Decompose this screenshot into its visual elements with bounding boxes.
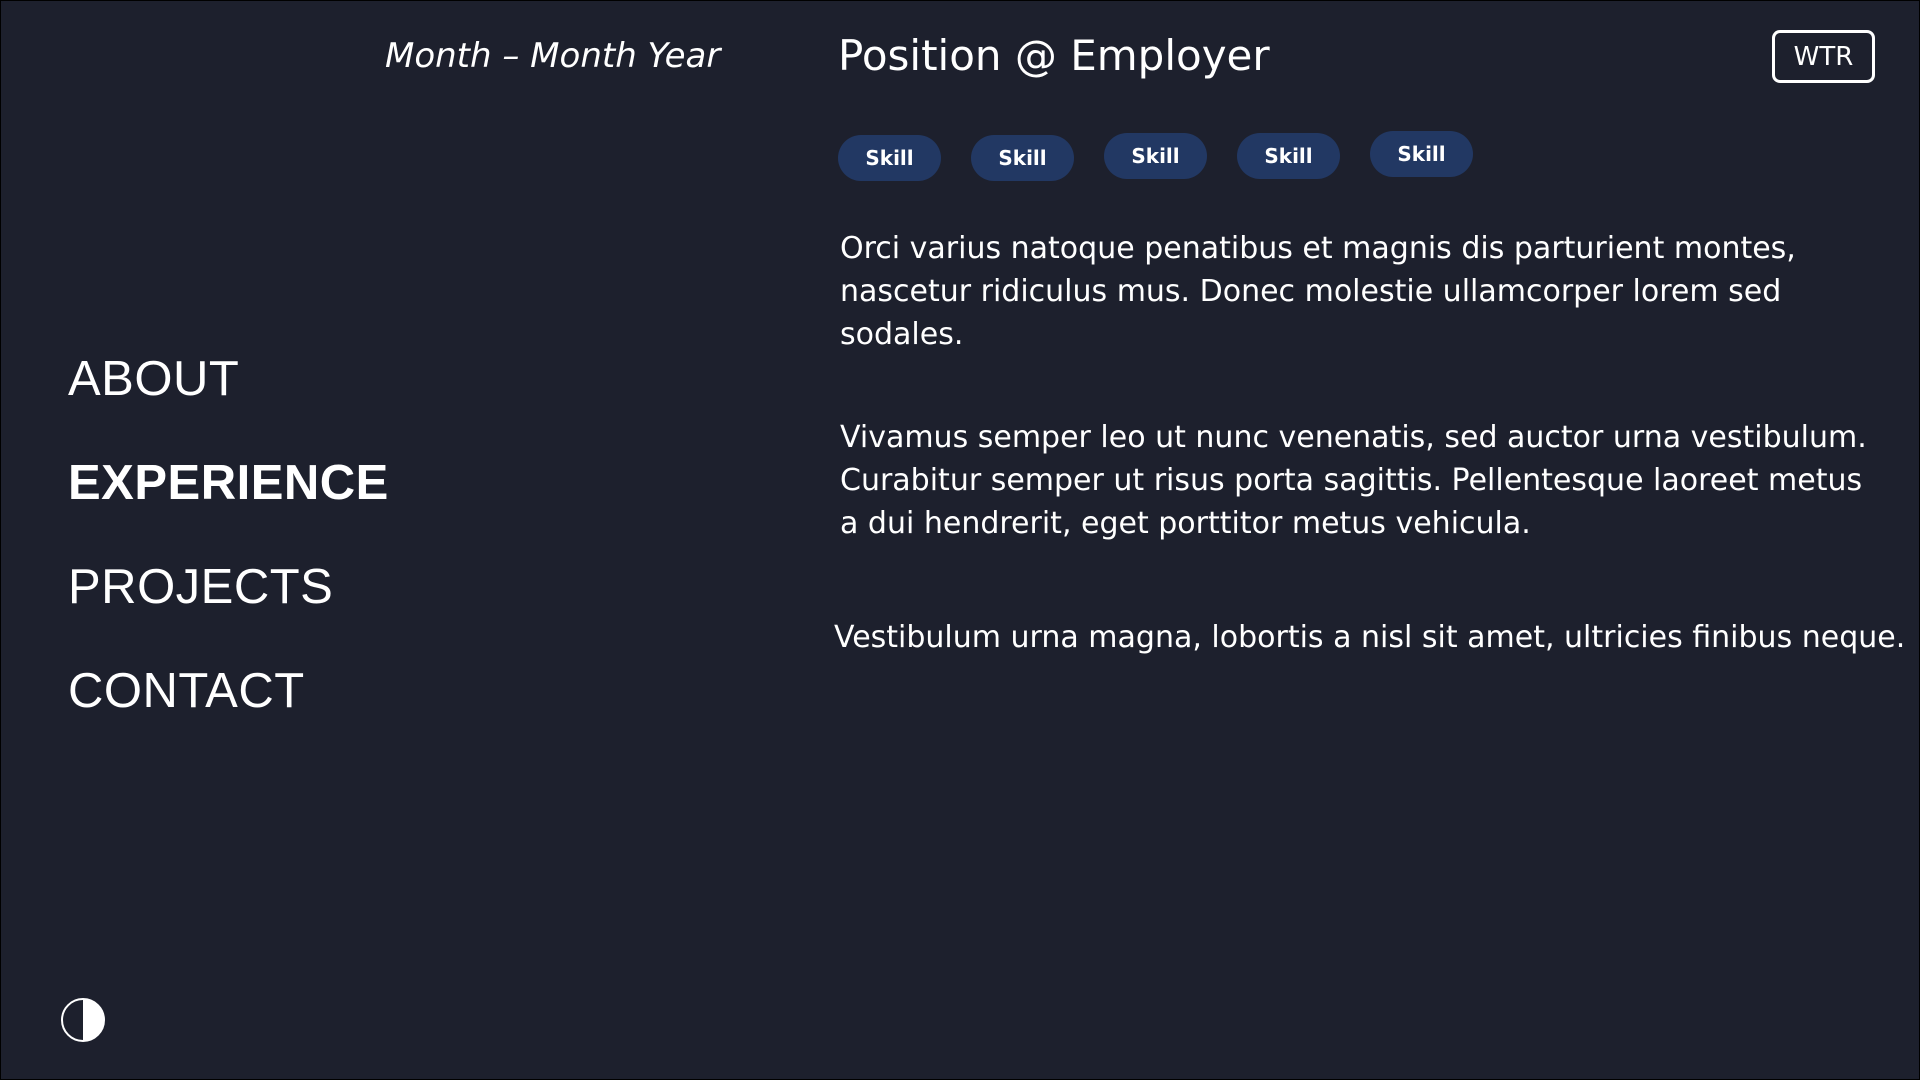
skill-badge: Skill bbox=[838, 135, 941, 181]
date-range: Month – Month Year bbox=[385, 36, 721, 76]
description-paragraph: Vivamus semper leo ut nunc venenatis, se… bbox=[840, 420, 1867, 541]
main-nav: ABOUT EXPERIENCE PROJECTS CONTACT bbox=[68, 350, 568, 766]
nav-item-about[interactable]: ABOUT bbox=[68, 350, 568, 408]
skill-badge: Skill bbox=[1104, 133, 1207, 179]
skill-badge: Skill bbox=[1237, 133, 1340, 179]
nav-item-experience[interactable]: EXPERIENCE bbox=[68, 454, 568, 512]
skill-badge: Skill bbox=[971, 135, 1074, 181]
nav-item-contact[interactable]: CONTACT bbox=[68, 662, 568, 720]
theme-toggle-icon[interactable] bbox=[61, 998, 105, 1042]
skill-badge: Skill bbox=[1370, 131, 1473, 177]
nav-item-projects[interactable]: PROJECTS bbox=[68, 558, 568, 616]
description-paragraph: Orci varius natoque penatibus et magnis … bbox=[840, 231, 1796, 352]
description-paragraph: Vestibulum urna magna, lobortis a nisl s… bbox=[834, 620, 1906, 655]
position-title: Position @ Employer bbox=[838, 31, 1270, 80]
skills-list: Skill Skill Skill Skill Skill bbox=[838, 131, 1538, 191]
wtr-button[interactable]: WTR bbox=[1772, 30, 1875, 83]
